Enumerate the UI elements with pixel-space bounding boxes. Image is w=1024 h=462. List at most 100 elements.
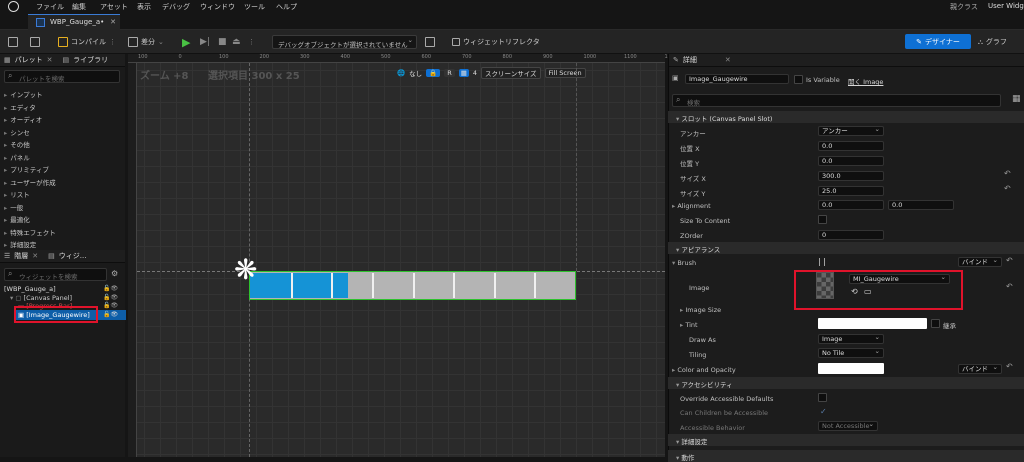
- document-tab[interactable]: WBP_Gauge_a• ✕: [28, 14, 120, 30]
- menu-view[interactable]: 表示: [137, 2, 151, 12]
- palette-category[interactable]: プリミティブ: [4, 164, 49, 174]
- tint-inherit-checkbox[interactable]: [931, 319, 940, 328]
- palette-category[interactable]: ユーザーが作成: [4, 177, 55, 187]
- play-options-button[interactable]: ⋮: [248, 30, 255, 54]
- size-to-content-checkbox[interactable]: [818, 215, 827, 224]
- widget-reflector-button[interactable]: ウィジェットリフレクタ: [452, 30, 540, 54]
- respect-lock-r[interactable]: R: [444, 68, 455, 77]
- menu-asset[interactable]: アセット: [100, 2, 128, 12]
- palette-category[interactable]: パネル: [4, 152, 30, 162]
- browse-button[interactable]: [30, 30, 40, 54]
- palette-category[interactable]: その他: [4, 139, 30, 149]
- palette-category[interactable]: オーディオ: [4, 114, 42, 124]
- is-variable-checkbox[interactable]: [794, 75, 803, 84]
- reset-icon[interactable]: ↶: [1004, 169, 1011, 178]
- palette-search-input[interactable]: パレットを検索: [4, 70, 120, 83]
- palette-category[interactable]: 特殊エフェクト: [4, 227, 56, 237]
- appearance-section-header[interactable]: アピアランス: [668, 242, 1024, 254]
- globe-icon[interactable]: 🌐: [397, 69, 405, 77]
- draw-as-dropdown[interactable]: Image: [818, 333, 884, 344]
- override-accessible-checkbox[interactable]: [818, 393, 827, 402]
- palette-category[interactable]: 最適化: [4, 214, 30, 224]
- slot-section-header[interactable]: スロット (Canvas Panel Slot): [668, 111, 1024, 123]
- palette-category[interactable]: 一般: [4, 202, 23, 212]
- lock-eye-icon[interactable]: 🔓👁: [103, 294, 118, 301]
- menu-file[interactable]: ファイル: [36, 2, 64, 12]
- grid-icon[interactable]: ▦: [458, 68, 469, 77]
- palette-category[interactable]: エディタ: [4, 102, 36, 112]
- size-y-field[interactable]: 25.0: [818, 186, 884, 196]
- stop-button[interactable]: ■: [218, 30, 227, 54]
- lock-eye-icon[interactable]: 🔓👁: [103, 302, 118, 309]
- palette-category[interactable]: 詳細設定: [4, 239, 36, 249]
- fill-screen-dropdown[interactable]: Fill Screen: [544, 67, 586, 78]
- screen-size-dropdown[interactable]: スクリーンサイズ: [481, 66, 541, 79]
- advanced-section-header[interactable]: 詳細設定: [668, 434, 1024, 446]
- tab-library[interactable]: ライブラリ: [73, 55, 108, 65]
- settings-gear-icon[interactable]: ⚙: [111, 269, 118, 278]
- diff-button[interactable]: 差分 ⌄: [128, 30, 164, 54]
- menu-tools[interactable]: ツール: [244, 2, 265, 12]
- pos-x-field[interactable]: 0.0: [818, 141, 884, 151]
- pos-y-field[interactable]: 0.0: [818, 156, 884, 166]
- tiling-dropdown[interactable]: No Tile: [818, 347, 884, 358]
- open-image-link[interactable]: 開く Image: [848, 76, 883, 86]
- gauge-segment-divider: [331, 273, 333, 298]
- menu-window[interactable]: ウィンドウ: [200, 2, 235, 12]
- tab-widget[interactable]: ウィジ...: [59, 251, 87, 261]
- palette-category[interactable]: インプット: [4, 89, 42, 99]
- compile-button[interactable]: コンパイル ⋮: [58, 30, 116, 54]
- debug-filter-button[interactable]: [425, 30, 435, 54]
- debug-object-select[interactable]: デバッグオブジェクトが選択されていません ⌄: [272, 35, 417, 49]
- reset-icon[interactable]: ↶: [1006, 362, 1013, 371]
- lock-icon[interactable]: 🔒: [426, 68, 441, 77]
- grid-size[interactable]: 4: [473, 69, 477, 77]
- reset-icon[interactable]: ↶: [1004, 184, 1011, 193]
- tab-hierarchy[interactable]: 階層: [14, 251, 28, 261]
- tree-canvas-panel[interactable]: ▾ ▢ [Canvas Panel]: [10, 294, 72, 302]
- tab-palette[interactable]: パレット: [15, 55, 43, 65]
- play-button[interactable]: ▶: [182, 30, 190, 54]
- close-icon[interactable]: ✕: [110, 18, 116, 26]
- behavior-section-header[interactable]: 動作: [668, 450, 1024, 462]
- designer-viewport[interactable]: [128, 54, 665, 457]
- save-button[interactable]: [8, 30, 18, 54]
- reset-icon[interactable]: ↶: [1006, 282, 1013, 291]
- hierarchy-search-input[interactable]: ウィジェットを検索: [4, 268, 107, 281]
- designer-button[interactable]: ✎ デザイナー: [905, 34, 971, 49]
- localization-none[interactable]: なし: [409, 68, 422, 78]
- unreal-logo-icon[interactable]: [8, 1, 19, 12]
- close-icon[interactable]: ✕: [32, 252, 38, 260]
- anchor-flower-icon[interactable]: ❋: [234, 256, 257, 284]
- menu-help[interactable]: ヘルプ: [276, 2, 297, 12]
- menu-edit[interactable]: 編集: [72, 2, 86, 12]
- color-opacity-swatch[interactable]: [818, 363, 884, 374]
- lock-eye-icon[interactable]: 🔓👁: [103, 285, 118, 292]
- tree-root[interactable]: [WBP_Gauge_a]: [4, 285, 56, 293]
- tint-color-swatch[interactable]: [818, 318, 927, 329]
- palette-category[interactable]: シンセ: [4, 127, 30, 137]
- close-icon[interactable]: ✕: [47, 56, 53, 64]
- accessible-behavior-dropdown[interactable]: Not Accessible: [818, 420, 878, 431]
- menu-debug[interactable]: デバッグ: [162, 2, 190, 12]
- user-widget-link[interactable]: User Widg: [988, 2, 1024, 10]
- tab-details[interactable]: 詳細: [683, 55, 697, 65]
- grid-view-icon[interactable]: ▦: [1012, 94, 1021, 104]
- lock-eye-icon[interactable]: 🔓👁: [103, 311, 118, 318]
- zorder-field[interactable]: 0: [818, 230, 884, 240]
- reset-icon[interactable]: ↶: [1006, 256, 1013, 265]
- palette-category[interactable]: リスト: [4, 189, 30, 199]
- accessibility-section-header[interactable]: アクセシビリティ: [668, 377, 1024, 389]
- close-icon[interactable]: ✕: [725, 56, 731, 64]
- alignment-y-field[interactable]: 0.0: [888, 200, 954, 210]
- eject-button[interactable]: ⏏: [232, 30, 241, 54]
- step-button[interactable]: ▶|: [200, 30, 210, 54]
- anchor-dropdown[interactable]: アンカー: [818, 125, 884, 136]
- alignment-x-field[interactable]: 0.0: [818, 200, 884, 210]
- color-bind-dropdown[interactable]: バインド: [958, 363, 1002, 374]
- size-x-field[interactable]: 300.0: [818, 171, 884, 181]
- widget-name-field[interactable]: Image_Gaugewire: [685, 74, 789, 84]
- details-search-input[interactable]: 検索: [672, 94, 1001, 107]
- graph-button[interactable]: ⛬ グラフ: [978, 30, 1007, 54]
- brush-bind-dropdown[interactable]: バインド: [958, 256, 1002, 267]
